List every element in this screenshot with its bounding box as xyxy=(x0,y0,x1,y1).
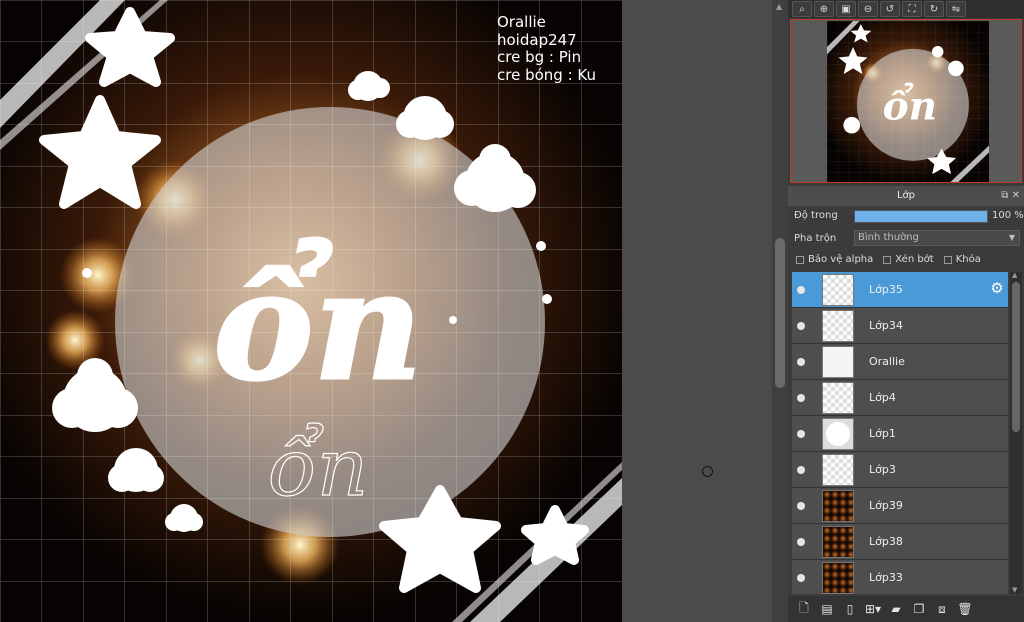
visibility-eye-icon[interactable] xyxy=(797,394,805,402)
layer-panel: Lớp ⧉ ✕ Độ trong 100 % Pha trộn Bình thư… xyxy=(788,186,1024,622)
visibility-eye-icon[interactable] xyxy=(797,574,805,582)
flip-icon[interactable]: ⇋ xyxy=(946,1,966,17)
merge-layer-icon[interactable]: ⧈ xyxy=(932,600,952,618)
layer-thumbnail xyxy=(822,346,854,378)
opacity-slider-fill xyxy=(855,211,987,222)
clipping-label: Xén bớt xyxy=(895,254,934,265)
chevron-down-icon: ▼ xyxy=(1008,233,1015,242)
fullscreen-icon[interactable]: ⛶ xyxy=(902,1,922,17)
opacity-value: 100 % xyxy=(992,210,1024,221)
layer-thumbnail xyxy=(822,490,854,522)
layer-item[interactable]: Lớp38 xyxy=(792,524,1008,560)
layer-toolbar: 🗋 ▤ ▯ ⊞▾ ▰ ❐ ⧈ 🗑 xyxy=(788,596,1024,622)
canvas-vertical-scrollbar[interactable]: ▲ xyxy=(772,0,788,622)
add-layer-dropdown-icon[interactable]: ⊞▾ xyxy=(863,600,883,618)
layer-name: Lớp39 xyxy=(869,499,903,512)
visibility-eye-icon[interactable] xyxy=(797,538,805,546)
layer-item[interactable]: Lớp34 xyxy=(792,308,1008,344)
layer-thumbnail xyxy=(822,310,854,342)
checkbox-box[interactable] xyxy=(883,255,892,264)
protect-alpha-label: Bảo vệ alpha xyxy=(808,254,874,265)
scroll-down-icon[interactable]: ▼ xyxy=(1012,586,1017,594)
layer-thumbnail xyxy=(822,454,854,486)
rotate-left-icon[interactable]: ↺ xyxy=(880,1,900,17)
rotate-right-icon[interactable]: ↻ xyxy=(924,1,944,17)
lock-checkbox[interactable]: Khóa xyxy=(943,254,981,265)
scrollbar-thumb[interactable] xyxy=(775,238,785,388)
scroll-up-icon[interactable]: ▲ xyxy=(1012,271,1017,279)
close-icon[interactable]: ✕ xyxy=(1012,190,1020,201)
layer-thumbnail xyxy=(822,562,854,594)
opacity-slider[interactable] xyxy=(854,210,988,223)
visibility-eye-icon[interactable] xyxy=(797,286,805,294)
layer-name: Orallie xyxy=(869,355,905,368)
blend-mode-label: Pha trộn xyxy=(794,233,837,244)
navigator-toolbar: ⌕ ⊕ ▣ ⊖ ↺ ⛶ ↻ ⇋ xyxy=(788,0,1024,18)
layer-name: Lớp33 xyxy=(869,571,903,584)
protect-alpha-checkbox[interactable]: Bảo vệ alpha xyxy=(796,254,873,265)
right-panel: ⌕ ⊕ ▣ ⊖ ↺ ⛶ ↻ ⇋ ổn Lớp ⧉ ✕ xyxy=(788,0,1024,622)
layer-item[interactable]: Lớp3 xyxy=(792,452,1008,488)
checkbox-box[interactable] xyxy=(943,255,952,264)
layer-thumbnail xyxy=(822,274,854,306)
blend-mode-value: Bình thường xyxy=(858,232,919,243)
layer-item[interactable]: Lớp39 xyxy=(792,488,1008,524)
new-text-layer-icon[interactable]: ▯ xyxy=(840,600,860,618)
scrollbar-thumb[interactable] xyxy=(1012,282,1020,432)
new-halftone-layer-icon[interactable]: ▤ xyxy=(817,600,837,618)
canvas-credit-text: Orallie hoidap247 cre bg : Pin cre bóng : K… xyxy=(497,13,596,84)
navigator-thumbnail: ổn xyxy=(827,21,989,182)
new-folder-icon[interactable]: ▰ xyxy=(886,600,906,618)
scroll-up-icon[interactable]: ▲ xyxy=(776,2,782,11)
layer-list-scrollbar[interactable]: ▲ ▼ xyxy=(1010,271,1022,594)
checkbox-box[interactable] xyxy=(796,255,804,264)
layer-name: Lớp38 xyxy=(869,535,903,548)
undock-icon[interactable]: ⧉ xyxy=(1001,190,1008,201)
canvas-artwork: ổn ổn xyxy=(0,0,622,622)
brush-cursor xyxy=(702,466,713,477)
opacity-label: Độ trong xyxy=(794,210,838,221)
credit-line: cre bóng : Ku xyxy=(497,65,596,84)
clipping-checkbox[interactable]: Xén bớt xyxy=(883,254,934,265)
layer-panel-header: Lớp ⧉ ✕ xyxy=(788,186,1024,206)
credit-line: Orallie xyxy=(497,13,546,31)
layer-item[interactable]: Lớp1 xyxy=(792,416,1008,452)
new-layer-icon[interactable]: 🗋 xyxy=(794,600,814,618)
layer-item[interactable]: Lớp33 xyxy=(792,560,1008,594)
navigator-preview[interactable]: ổn xyxy=(790,19,1022,183)
layer-list[interactable]: Lớp35 ⚙ Lớp34 Orallie Lớp4 Lớp1 Lớp3 Lớp… xyxy=(792,272,1008,594)
duplicate-layer-icon[interactable]: ❐ xyxy=(909,600,929,618)
layer-thumbnail xyxy=(822,418,854,450)
layer-options: Bảo vệ alpha Xén bớt Khóa xyxy=(796,254,981,265)
drawing-canvas[interactable]: ổn ổn Oralliehoidap247cre bg : Pincre bó… xyxy=(0,0,622,622)
visibility-eye-icon[interactable] xyxy=(797,502,805,510)
layer-panel-title: Lớp xyxy=(896,190,916,201)
layer-item[interactable]: Lớp4 xyxy=(792,380,1008,416)
layer-name: Lớp3 xyxy=(869,463,896,476)
lock-label: Khóa xyxy=(955,254,981,265)
visibility-eye-icon[interactable] xyxy=(797,430,805,438)
layer-thumbnail xyxy=(822,526,854,558)
layer-name: Lớp34 xyxy=(869,319,903,332)
layer-name: Lớp1 xyxy=(869,427,896,440)
layer-item[interactable]: Orallie xyxy=(792,344,1008,380)
visibility-eye-icon[interactable] xyxy=(797,322,805,330)
zoom-in-icon[interactable]: ⊕ xyxy=(814,1,834,17)
credit-line: cre bg : Pin xyxy=(497,48,582,66)
layer-item[interactable]: Lớp35 ⚙ xyxy=(792,272,1008,308)
layer-name: Lớp35 xyxy=(869,283,903,296)
blend-mode-select[interactable]: Bình thường ▼ xyxy=(854,230,1020,246)
layer-name: Lớp4 xyxy=(869,391,896,404)
zoom-search-icon[interactable]: ⌕ xyxy=(792,1,812,17)
layer-thumbnail xyxy=(822,382,854,414)
visibility-eye-icon[interactable] xyxy=(797,466,805,474)
credit-line: hoidap247 xyxy=(497,30,577,49)
zoom-out-icon[interactable]: ⊖ xyxy=(858,1,878,17)
fit-screen-icon[interactable]: ▣ xyxy=(836,1,856,17)
delete-layer-icon[interactable]: 🗑 xyxy=(955,600,975,618)
gear-icon[interactable]: ⚙ xyxy=(989,280,1005,296)
visibility-eye-icon[interactable] xyxy=(797,358,805,366)
workspace-area[interactable] xyxy=(622,0,772,622)
